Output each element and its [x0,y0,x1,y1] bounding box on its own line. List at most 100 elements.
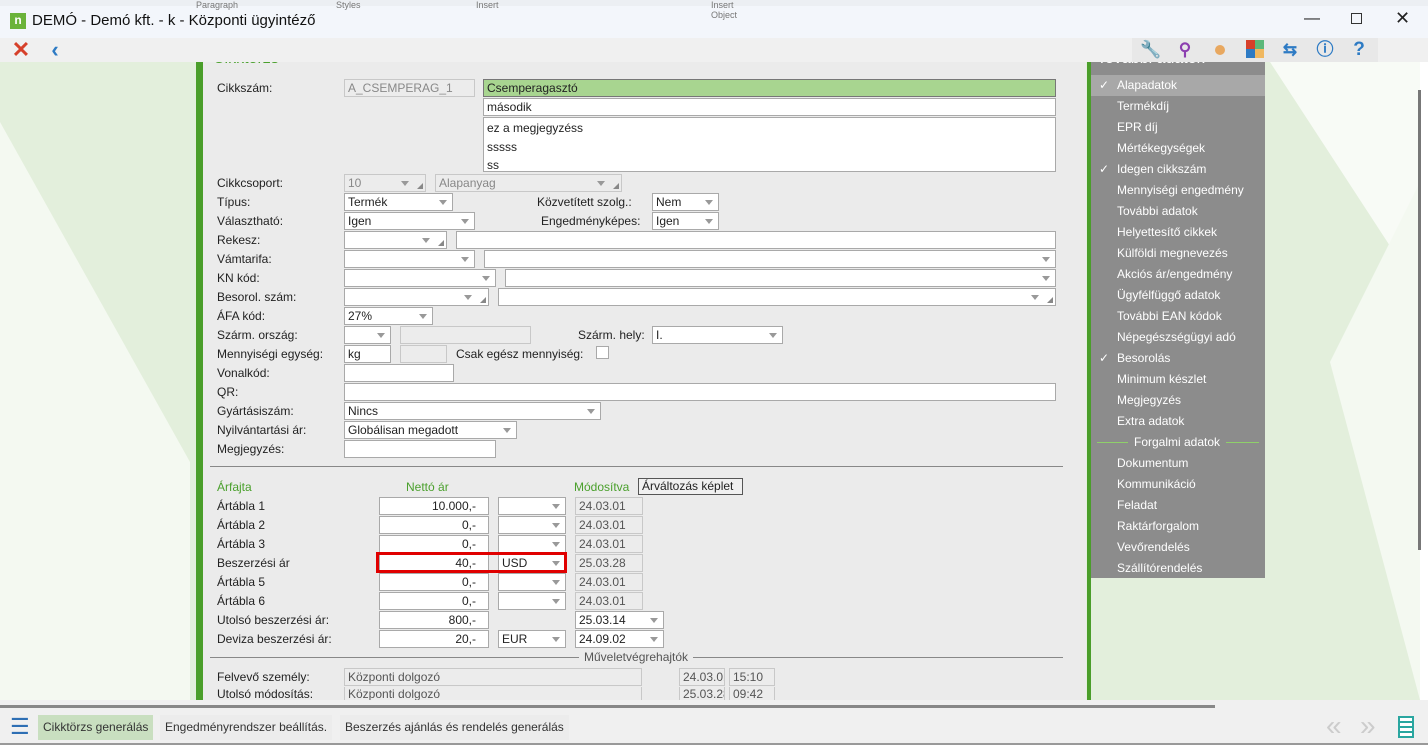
currency-select[interactable] [498,592,566,610]
menu-item[interactable]: ✓ Besorolás [1091,348,1265,369]
price-value-field[interactable]: 0,- [379,573,489,591]
tipus-select[interactable]: Termék [344,193,453,211]
swap-icon[interactable]: ⇆ [1277,40,1303,60]
minimize-button[interactable]: — [1304,10,1320,28]
rekesz-select[interactable] [344,231,447,249]
arvaltozas-keplet-button[interactable]: Árváltozás képlet [638,478,743,495]
menu-item[interactable]: További EAN kódok [1091,306,1265,327]
horizontal-scrollbar[interactable] [0,705,1215,708]
besorol-desc-select[interactable] [498,288,1056,306]
notes-line: sssss [487,139,517,154]
date-select[interactable]: 25.03.14 [575,611,664,629]
afa-select[interactable]: 27% [344,307,433,325]
menu-item-label: Szállítórendelés [1117,561,1203,575]
vamtarifa-desc-select[interactable] [484,250,1056,268]
menu-item[interactable]: Kommunikáció [1091,474,1265,495]
menu-item[interactable]: Mennyiségi engedmény [1091,180,1265,201]
menu-item[interactable]: ✓ Idegen cikkszám [1091,159,1265,180]
szarm-hely-select[interactable]: I. [652,326,783,344]
menu-item[interactable]: Külföldi megnevezés [1091,243,1265,264]
menu-item[interactable]: Termékdíj [1091,96,1265,117]
user-icon[interactable] [1207,40,1233,60]
tab-cikktorzs-generalas[interactable]: Cikktörzs generálás [38,715,154,740]
vertical-scrollbar[interactable] [1418,90,1421,550]
chevron-down-icon [552,599,560,604]
notes-textarea[interactable]: ez a megjegyzéss sssss ss [483,117,1056,172]
tab-engedmenyrendszer[interactable]: Engedményrendszer beállítás. [160,715,333,740]
rekesz-text-field[interactable] [456,231,1056,249]
menu-item[interactable]: Szállítórendelés [1091,558,1265,579]
price-value-field[interactable]: 0,- [379,516,489,534]
menu-icon[interactable]: ☰ [10,716,30,738]
modified-date: 24.03.01 [575,516,643,534]
megj-field[interactable] [344,440,496,458]
item-name2-field[interactable]: második [483,98,1056,116]
kozvetitett-select[interactable]: Nem [652,193,719,211]
prev-icon[interactable]: « [1326,710,1342,742]
menu-item[interactable]: Dokumentum [1091,453,1265,474]
menu-item[interactable]: Feladat [1091,495,1265,516]
kn-desc-select[interactable] [505,269,1056,287]
menu-item[interactable]: További adatok [1091,201,1265,222]
kn-select[interactable] [344,269,496,287]
price-value-field[interactable]: 10.000,- [379,497,489,515]
felvevo-time: 15:10 [729,668,775,686]
info-icon[interactable]: ⓘ [1312,40,1338,60]
search-icon[interactable]: ⚲ [1172,40,1198,60]
chevron-down-icon [419,314,427,319]
currency-select[interactable] [498,573,566,591]
price-value-field[interactable]: 800,- [379,611,489,629]
menu-item[interactable]: Vevőrendelés [1091,537,1265,558]
menu-item-label: Raktárforgalom [1117,519,1200,533]
price-value-field[interactable]: 0,- [379,592,489,610]
menu-item[interactable]: Extra adatok [1091,411,1265,432]
cikkcsoport-code-select[interactable]: 10 [344,174,426,192]
engedmenykepes-select[interactable]: Igen [652,212,719,230]
chevron-down-icon [1042,257,1050,262]
menu-item[interactable]: Helyettesítő cikkek [1091,222,1265,243]
cikkcsoport-name-select[interactable]: Alapanyag [435,174,622,192]
menny-name-field [400,345,447,363]
apps-icon[interactable] [1242,40,1268,60]
help-icon[interactable]: ? [1346,40,1372,60]
close-icon[interactable]: ✕ [8,39,34,61]
price-value-field[interactable]: 0,- [379,535,489,553]
valaszthato-select[interactable]: Igen [344,212,475,230]
price-value-field[interactable]: 20,- [379,630,489,648]
item-name-field[interactable]: Csemperagasztó [483,79,1056,97]
vonalkod-field[interactable] [344,364,454,382]
menny-field[interactable]: kg [344,345,391,363]
megj-label: Megjegyzés: [217,442,285,456]
qr-field[interactable] [344,383,1056,401]
menu-item[interactable]: ✓ Alapadatok [1091,75,1265,96]
menu-item[interactable]: Minimum készlet [1091,369,1265,390]
menu-item[interactable]: Raktárforgalom [1091,516,1265,537]
menu-item[interactable]: EPR díj [1091,117,1265,138]
szarm-orszag-select[interactable] [344,326,391,344]
gyartasi-select[interactable]: Nincs [344,402,601,420]
currency-select[interactable]: EUR [498,630,566,648]
besorol-select[interactable] [344,288,489,306]
menu-item-label: További adatok [1117,204,1198,218]
vamtarifa-select[interactable] [344,250,475,268]
csak-egesz-checkbox[interactable] [596,346,609,359]
currency-select[interactable] [498,516,566,534]
cikkszam-code-field[interactable]: A_CSEMPERAG_1 [344,79,475,97]
menu-item[interactable]: Ügyfélfüggő adatok [1091,285,1265,306]
currency-select[interactable] [498,535,566,553]
tab-beszerzes-ajanlas[interactable]: Beszerzés ajánlás és rendelés generálás [340,715,569,740]
menu-item[interactable]: Megjegyzés [1091,390,1265,411]
ribbon-insert: Insert [476,0,499,10]
nyilv-select[interactable]: Globálisan megadott [344,421,517,439]
menu-item[interactable]: Mértékegységek [1091,138,1265,159]
next-icon[interactable]: » [1360,710,1376,742]
menu-item[interactable]: Népegészségügyi adó [1091,327,1265,348]
wrench-icon[interactable]: 🔧 [1138,40,1164,60]
document-icon[interactable] [1398,716,1414,738]
currency-select[interactable] [498,497,566,515]
back-icon[interactable]: ‹ [42,39,68,61]
maximize-button[interactable] [1351,13,1362,24]
date-select[interactable]: 24.09.02 [575,630,664,648]
close-window-button[interactable]: ✕ [1395,8,1410,29]
menu-item[interactable]: Akciós ár/engedmény [1091,264,1265,285]
